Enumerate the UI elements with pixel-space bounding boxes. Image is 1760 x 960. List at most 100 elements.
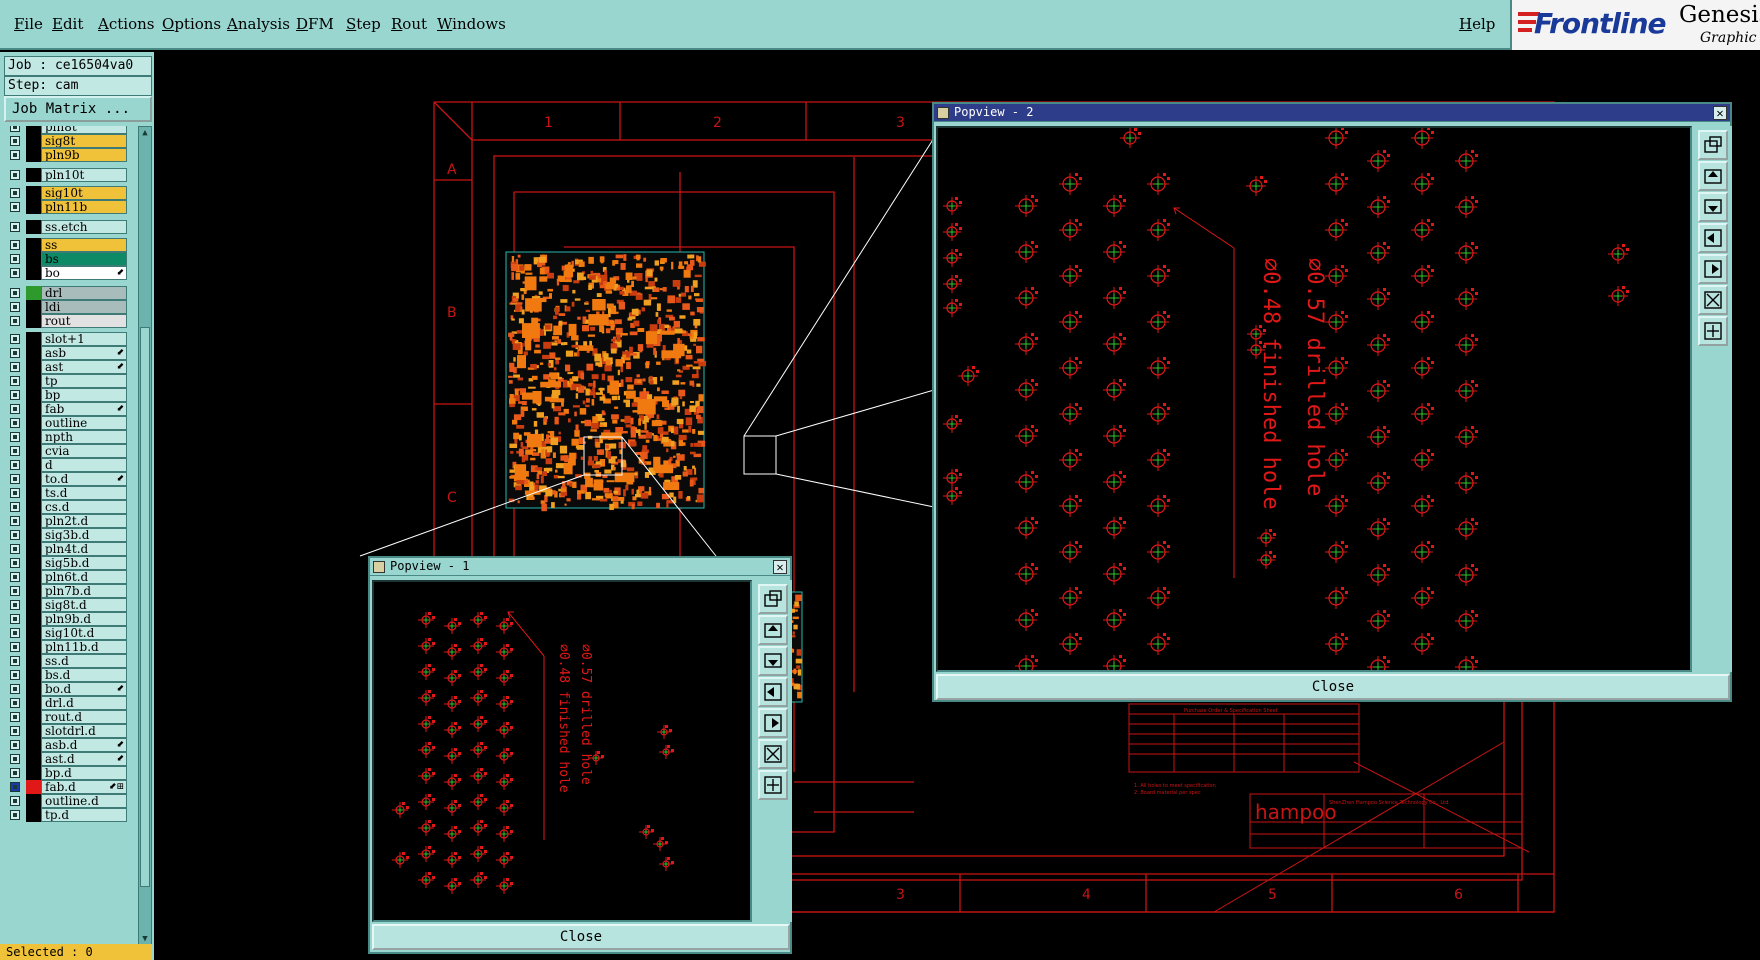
layer-row[interactable]: cvia (4, 444, 136, 458)
layer-row[interactable]: pln7b.d (4, 584, 136, 598)
pan-right-icon[interactable] (758, 708, 788, 738)
layer-checkbox[interactable] (10, 150, 20, 160)
window-menu-icon[interactable] (937, 107, 949, 119)
layer-color-swatch[interactable] (26, 780, 41, 794)
layer-checkbox[interactable] (10, 544, 20, 554)
layer-row[interactable]: bp (4, 388, 136, 402)
layer-name[interactable]: pln10t (41, 168, 127, 182)
layer-checkbox[interactable] (10, 586, 20, 596)
layer-name[interactable]: to.d ⬋ (41, 472, 127, 486)
layer-row[interactable]: pln8t (4, 126, 136, 134)
popview-1-viewport[interactable]: ⌀0.57 drilled hole ⌀0.48 finished hole (372, 580, 752, 922)
layer-row[interactable]: pln11b.d (4, 640, 136, 654)
menu-actions[interactable]: Actions (98, 15, 154, 33)
layer-checkbox[interactable] (10, 126, 20, 132)
layer-color-swatch[interactable] (26, 332, 41, 346)
layer-name[interactable]: cvia (41, 444, 127, 458)
layer-checkbox[interactable] (10, 502, 20, 512)
layer-row[interactable]: ts.d (4, 486, 136, 500)
layer-name[interactable]: ss.etch (41, 220, 127, 234)
layer-name[interactable]: pln2t.d (41, 514, 127, 528)
pan-up-icon[interactable] (1698, 161, 1728, 191)
layer-checkbox[interactable] (10, 170, 20, 180)
layer-color-swatch[interactable] (26, 220, 41, 234)
layer-row[interactable]: sig3b.d (4, 528, 136, 542)
layer-name[interactable]: ss.d (41, 654, 127, 668)
layer-color-swatch[interactable] (26, 186, 41, 200)
layer-row[interactable]: bs (4, 252, 136, 266)
layer-row[interactable]: pln11b (4, 200, 136, 214)
layer-row[interactable]: pln2t.d (4, 514, 136, 528)
layer-checkbox[interactable] (10, 222, 20, 232)
layer-name[interactable]: sig8t (41, 134, 127, 148)
layer-color-swatch[interactable] (26, 668, 41, 682)
layer-checkbox[interactable] (10, 628, 20, 638)
layer-color-swatch[interactable] (26, 238, 41, 252)
layer-name[interactable]: bp.d (41, 766, 127, 780)
layer-checkbox[interactable] (10, 390, 20, 400)
layer-row[interactable]: bo.d ⬋ (4, 682, 136, 696)
layer-row[interactable]: bs.d (4, 668, 136, 682)
layer-checkbox[interactable] (10, 782, 20, 792)
layer-color-swatch[interactable] (26, 486, 41, 500)
layer-color-swatch[interactable] (26, 542, 41, 556)
layer-color-swatch[interactable] (26, 640, 41, 654)
layer-name[interactable]: sig8t.d (41, 598, 127, 612)
layer-name[interactable]: sig5b.d (41, 556, 127, 570)
layer-color-swatch[interactable] (26, 374, 41, 388)
layer-name[interactable]: rout.d (41, 710, 127, 724)
layer-name[interactable]: outline.d (41, 794, 127, 808)
layer-row[interactable]: sig8t.d (4, 598, 136, 612)
layer-checkbox[interactable] (10, 530, 20, 540)
menu-edit[interactable]: Edit (52, 15, 83, 33)
menu-options[interactable]: Options (162, 15, 221, 33)
layer-name[interactable]: pln7b.d (41, 584, 127, 598)
popview-1-close-button[interactable]: Close (372, 924, 790, 950)
layer-checkbox[interactable] (10, 670, 20, 680)
layer-row[interactable]: asb.d ⬋ (4, 738, 136, 752)
layer-name[interactable]: pln9b.d (41, 612, 127, 626)
layer-color-swatch[interactable] (26, 430, 41, 444)
layer-color-swatch[interactable] (26, 148, 41, 162)
layer-name[interactable]: fab.d ⬋⊞ (41, 780, 127, 794)
menu-step[interactable]: Step (346, 15, 381, 33)
layer-name[interactable]: d (41, 458, 127, 472)
layer-row[interactable]: pln4t.d (4, 542, 136, 556)
zoom-home-icon[interactable] (1698, 316, 1728, 346)
layer-name[interactable]: slotdrl.d (41, 724, 127, 738)
layer-checkbox[interactable] (10, 642, 20, 652)
layer-name[interactable]: pln6t.d (41, 570, 127, 584)
layer-name[interactable]: bp (41, 388, 127, 402)
layer-checkbox[interactable] (10, 188, 20, 198)
layer-row[interactable]: sig10t.d (4, 626, 136, 640)
layer-name[interactable]: sig10t (41, 186, 127, 200)
layer-checkbox[interactable] (10, 348, 20, 358)
layer-color-swatch[interactable] (26, 570, 41, 584)
layer-name[interactable]: rout (41, 314, 127, 328)
layer-name[interactable]: pln11b.d (41, 640, 127, 654)
layer-color-swatch[interactable] (26, 738, 41, 752)
layer-color-swatch[interactable] (26, 416, 41, 430)
layer-color-swatch[interactable] (26, 808, 41, 822)
layer-color-swatch[interactable] (26, 766, 41, 780)
layer-checkbox[interactable] (10, 726, 20, 736)
layer-row[interactable]: pln6t.d (4, 570, 136, 584)
layer-color-swatch[interactable] (26, 794, 41, 808)
layer-color-swatch[interactable] (26, 584, 41, 598)
layer-row[interactable]: ast ⬋ (4, 360, 136, 374)
layer-color-swatch[interactable] (26, 696, 41, 710)
layer-row[interactable]: rout (4, 314, 136, 328)
layer-row[interactable]: ss (4, 238, 136, 252)
popview-1-close-icon[interactable]: ✕ (773, 560, 787, 574)
layer-checkbox[interactable] (10, 240, 20, 250)
layer-row[interactable]: fab.d ⬋⊞ (4, 780, 136, 794)
layer-color-swatch[interactable] (26, 126, 41, 134)
popview-2-close-icon[interactable]: ✕ (1713, 106, 1727, 120)
pan-right-icon[interactable] (1698, 254, 1728, 284)
layer-name[interactable]: fab ⬋ (41, 402, 127, 416)
layer-row[interactable]: ldi (4, 300, 136, 314)
layer-name[interactable]: ss (41, 238, 127, 252)
layer-list-scrollbar[interactable]: ▲ ▼ (138, 126, 152, 946)
layer-color-swatch[interactable] (26, 472, 41, 486)
layer-checkbox[interactable] (10, 268, 20, 278)
